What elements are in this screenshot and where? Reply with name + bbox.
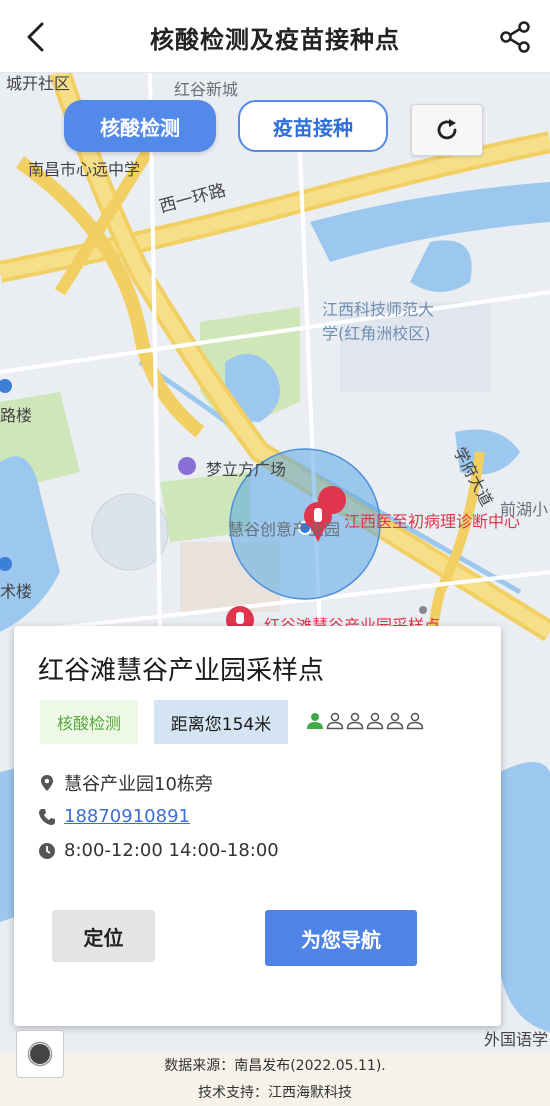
hours-row: 8:00-12:00 14:00-18:00 (38, 840, 279, 861)
tab-vaccination[interactable]: 疫苗接种 (238, 100, 388, 152)
map-label-clinic: 江西医至初病理诊断中心 (344, 512, 521, 531)
map-label-park: 慧谷创意产业园 (228, 520, 341, 539)
map-label-qianhu: 前湖小 (500, 500, 549, 519)
app-header: 核酸检测及疫苗接种点 (0, 0, 550, 73)
clock-icon (39, 842, 55, 859)
locate-button[interactable]: 定位 (52, 910, 155, 962)
phone-link[interactable]: 18870910891 (64, 806, 190, 827)
data-source-text: 数据来源：南昌发布(2022.05.11). (164, 1058, 386, 1074)
map-label-school: 南昌市心远中学 (28, 160, 141, 179)
refresh-icon (437, 119, 457, 140)
person-outline-icon (346, 712, 364, 730)
tech-support-text: 技术支持：江西海默科技 (198, 1085, 352, 1101)
tab-nucleic-test[interactable]: 核酸检测 (64, 100, 216, 152)
service-type-tag: 核酸检测 (40, 700, 138, 744)
address-row: 慧谷产业园10栋旁 (38, 770, 213, 796)
navigate-button[interactable]: 为您导航 (265, 910, 417, 966)
map-label-foreign-school: 外国语学 (484, 1030, 549, 1049)
map-label-university-2: 学(红角洲校区) (322, 324, 431, 343)
refresh-button[interactable] (411, 104, 483, 156)
distance-tag: 距离您154米 (154, 700, 288, 744)
share-icon[interactable] (498, 20, 532, 54)
hours-text: 8:00-12:00 14:00-18:00 (64, 840, 279, 861)
person-outline-icon (366, 712, 384, 730)
address-text: 慧谷产业园10栋旁 (64, 774, 213, 795)
crowd-level-indicator (306, 712, 424, 730)
person-filled-icon (307, 713, 323, 729)
map-label-building-2: 术楼 (0, 582, 33, 601)
footer: 数据来源：南昌发布(2022.05.11). 技术支持：江西海默科技 (0, 1052, 550, 1106)
map-label-building-1: 路楼 (0, 406, 33, 425)
my-location-button[interactable] (16, 1030, 64, 1078)
map-label-mall: 梦立方广场 (206, 460, 287, 479)
person-outline-icon (386, 712, 404, 730)
person-outline-icon (406, 712, 424, 730)
site-name: 红谷滩慧谷产业园采样点 (38, 656, 325, 686)
map-label-hongguxincheng: 红谷新城 (174, 80, 239, 99)
phone-icon (39, 808, 55, 825)
map-label-district: 城开社区 (6, 74, 71, 93)
site-info-card: 红谷滩慧谷产业园采样点 核酸检测 距离您154米 慧谷产业园10栋旁 18870… (14, 626, 501, 1026)
phone-row: 18870910891 (38, 806, 190, 827)
my-location-icon (27, 1041, 53, 1067)
page-title: 核酸检测及疫苗接种点 (150, 26, 400, 54)
map-label-university-1: 江西科技师范大 (322, 300, 435, 319)
location-pin-icon (41, 775, 53, 791)
person-outline-icon (326, 712, 344, 730)
